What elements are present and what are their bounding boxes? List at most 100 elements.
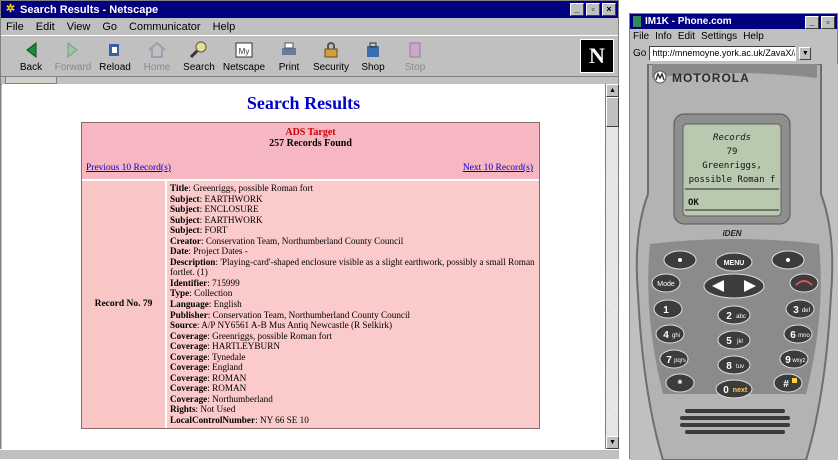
- record-field-value: ROMAN: [212, 383, 247, 394]
- scroll-down-arrow-icon[interactable]: ▼: [606, 436, 619, 449]
- record-field: Subject: FORT: [170, 225, 228, 236]
- phone-menu-help[interactable]: Help: [743, 31, 764, 42]
- phone-menu-edit[interactable]: Edit: [678, 31, 695, 42]
- record-field: Subject: EARTHWORK: [170, 193, 263, 204]
- phone-window-title: IM1K - Phone.com: [645, 16, 732, 27]
- ads-target-label: ADS Target: [285, 127, 336, 138]
- record-field-key: Type: [170, 288, 190, 299]
- record-field: Subject: EARTHWORK: [170, 214, 263, 225]
- menu-view[interactable]: View: [65, 21, 93, 33]
- shop-button[interactable]: Shop: [353, 40, 393, 73]
- phone-graphic: MOTOROLA Records 79 Greenriggs, possible…: [635, 64, 834, 460]
- print-button[interactable]: Print: [269, 40, 309, 73]
- record-field: LocalControlNumber: NY 66 SE 10: [170, 415, 309, 426]
- search-button[interactable]: Search: [179, 40, 219, 73]
- phone-menu-settings[interactable]: Settings: [701, 31, 737, 42]
- record-field-value: HARTLEYBURN: [212, 341, 280, 352]
- record-field-key: Coverage: [170, 362, 208, 373]
- close-button[interactable]: ×: [602, 3, 616, 16]
- reload-button[interactable]: Reload: [95, 40, 135, 73]
- record-field-value: 'Playing-card'-shaped enclosure visible …: [170, 256, 535, 278]
- next-records-link[interactable]: Next 10 Record(s): [463, 163, 533, 173]
- record-field-value: England: [212, 362, 243, 373]
- phone-minimize-button[interactable]: _: [805, 16, 819, 29]
- record-field: Identifier: 715999: [170, 277, 240, 288]
- netscape-button[interactable]: My Netscape: [221, 40, 267, 73]
- home-button[interactable]: Home: [137, 40, 177, 73]
- record-field: Coverage: England: [170, 362, 243, 373]
- svg-text:*: *: [678, 377, 683, 391]
- record-field-value: A/P NY6561 A-B Mus Antiq Newcastle (R Se…: [201, 320, 393, 331]
- record-field-key: Coverage: [170, 393, 208, 404]
- menu-help[interactable]: Help: [211, 21, 238, 33]
- record-field: Rights: Not Used: [170, 404, 236, 415]
- menu-communicator[interactable]: Communicator: [127, 21, 203, 33]
- page-content: Search Results ADS Target 257 Records Fo…: [2, 84, 605, 449]
- previous-records-link[interactable]: Previous 10 Record(s): [86, 163, 171, 173]
- menu-file[interactable]: File: [4, 21, 26, 33]
- record-field-key: Creator: [170, 235, 201, 246]
- key-5[interactable]: [717, 330, 751, 350]
- phone-url-input[interactable]: http://mnemoyne.york.ac.uk/ZavaX/ads: [649, 46, 797, 61]
- model-label: iDEN: [722, 229, 741, 238]
- maximize-button[interactable]: ▫: [586, 3, 600, 16]
- back-button[interactable]: Back: [11, 40, 51, 73]
- record-field-key: Date: [170, 246, 189, 257]
- record-field-key: Identifier: [170, 277, 208, 288]
- forward-button[interactable]: Forward: [53, 40, 93, 73]
- reload-icon: [109, 44, 119, 56]
- svg-text:5: 5: [726, 336, 732, 347]
- svg-text:2: 2: [726, 311, 732, 322]
- records-found-count: 257 Records Found: [269, 138, 352, 149]
- record-field: Coverage: Greenriggs, possible Roman for…: [170, 330, 333, 341]
- record-field-value: Conservation Team, Northumberland County…: [205, 235, 404, 246]
- softkey-ok[interactable]: OK: [688, 198, 699, 208]
- svg-text:4: 4: [663, 330, 669, 341]
- svg-text:1: 1: [663, 305, 669, 316]
- print-icon: [282, 42, 296, 55]
- record-field: Coverage: HARTLEYBURN: [170, 341, 280, 352]
- phone-go-bar: Go http://mnemoyne.york.ac.uk/ZavaX/ads …: [630, 44, 837, 63]
- phone-device: MOTOROLA Records 79 Greenriggs, possible…: [630, 64, 838, 460]
- record-field-key: Coverage: [170, 330, 208, 341]
- record-field-key: Coverage: [170, 372, 208, 383]
- phone-maximize-button[interactable]: ▫: [821, 16, 835, 29]
- menu-edit[interactable]: Edit: [34, 21, 57, 33]
- go-label: Go: [633, 48, 647, 59]
- phone-menu-info[interactable]: Info: [655, 31, 672, 42]
- svg-text:wxyz: wxyz: [791, 358, 805, 364]
- security-lock-icon: [324, 42, 338, 58]
- minimize-button[interactable]: _: [570, 3, 584, 16]
- forward-arrow-icon: [67, 41, 78, 59]
- scroll-up-arrow-icon[interactable]: ▲: [606, 84, 619, 97]
- record-field-value: Northumberland: [212, 393, 273, 404]
- end-call-button[interactable]: [789, 273, 819, 293]
- stop-button[interactable]: Stop: [395, 40, 435, 73]
- svg-text:ghi: ghi: [672, 333, 680, 339]
- netscape-app-icon: ✲: [5, 3, 16, 15]
- record-field-key: Publisher: [170, 309, 208, 320]
- brand-label: MOTOROLA: [672, 71, 750, 85]
- scroll-thumb[interactable]: [606, 97, 619, 127]
- phone-menu-file[interactable]: File: [633, 31, 649, 42]
- record-field-value: Not Used: [200, 404, 236, 415]
- record-field: Creator: Conservation Team, Northumberla…: [170, 235, 404, 246]
- url-dropdown-icon[interactable]: ▼: [799, 47, 812, 60]
- record-field: Type: Collection: [170, 288, 233, 299]
- record-field: Subject: ENCLOSURE: [170, 204, 259, 215]
- security-button[interactable]: Security: [311, 40, 351, 73]
- content-scrollbar[interactable]: ▲ ▼: [605, 84, 619, 449]
- search-icon: [189, 41, 207, 59]
- record-field: Date: Project Dates -: [170, 246, 248, 257]
- record-field: Coverage: ROMAN: [170, 383, 247, 394]
- record-field-value: FORT: [204, 225, 228, 236]
- svg-text:next: next: [733, 387, 748, 394]
- netscape-logo[interactable]: N: [580, 39, 614, 73]
- key-8[interactable]: [717, 355, 751, 375]
- phone-title-bar: IM1K - Phone.com _ ▫: [630, 14, 837, 29]
- svg-text:9: 9: [785, 355, 791, 366]
- svg-text:abc: abc: [736, 314, 746, 320]
- menu-go[interactable]: Go: [100, 21, 119, 33]
- phone-simulator-window: IM1K - Phone.com _ ▫ File Info Edit Sett…: [629, 13, 838, 460]
- phone-app-icon: [633, 16, 641, 27]
